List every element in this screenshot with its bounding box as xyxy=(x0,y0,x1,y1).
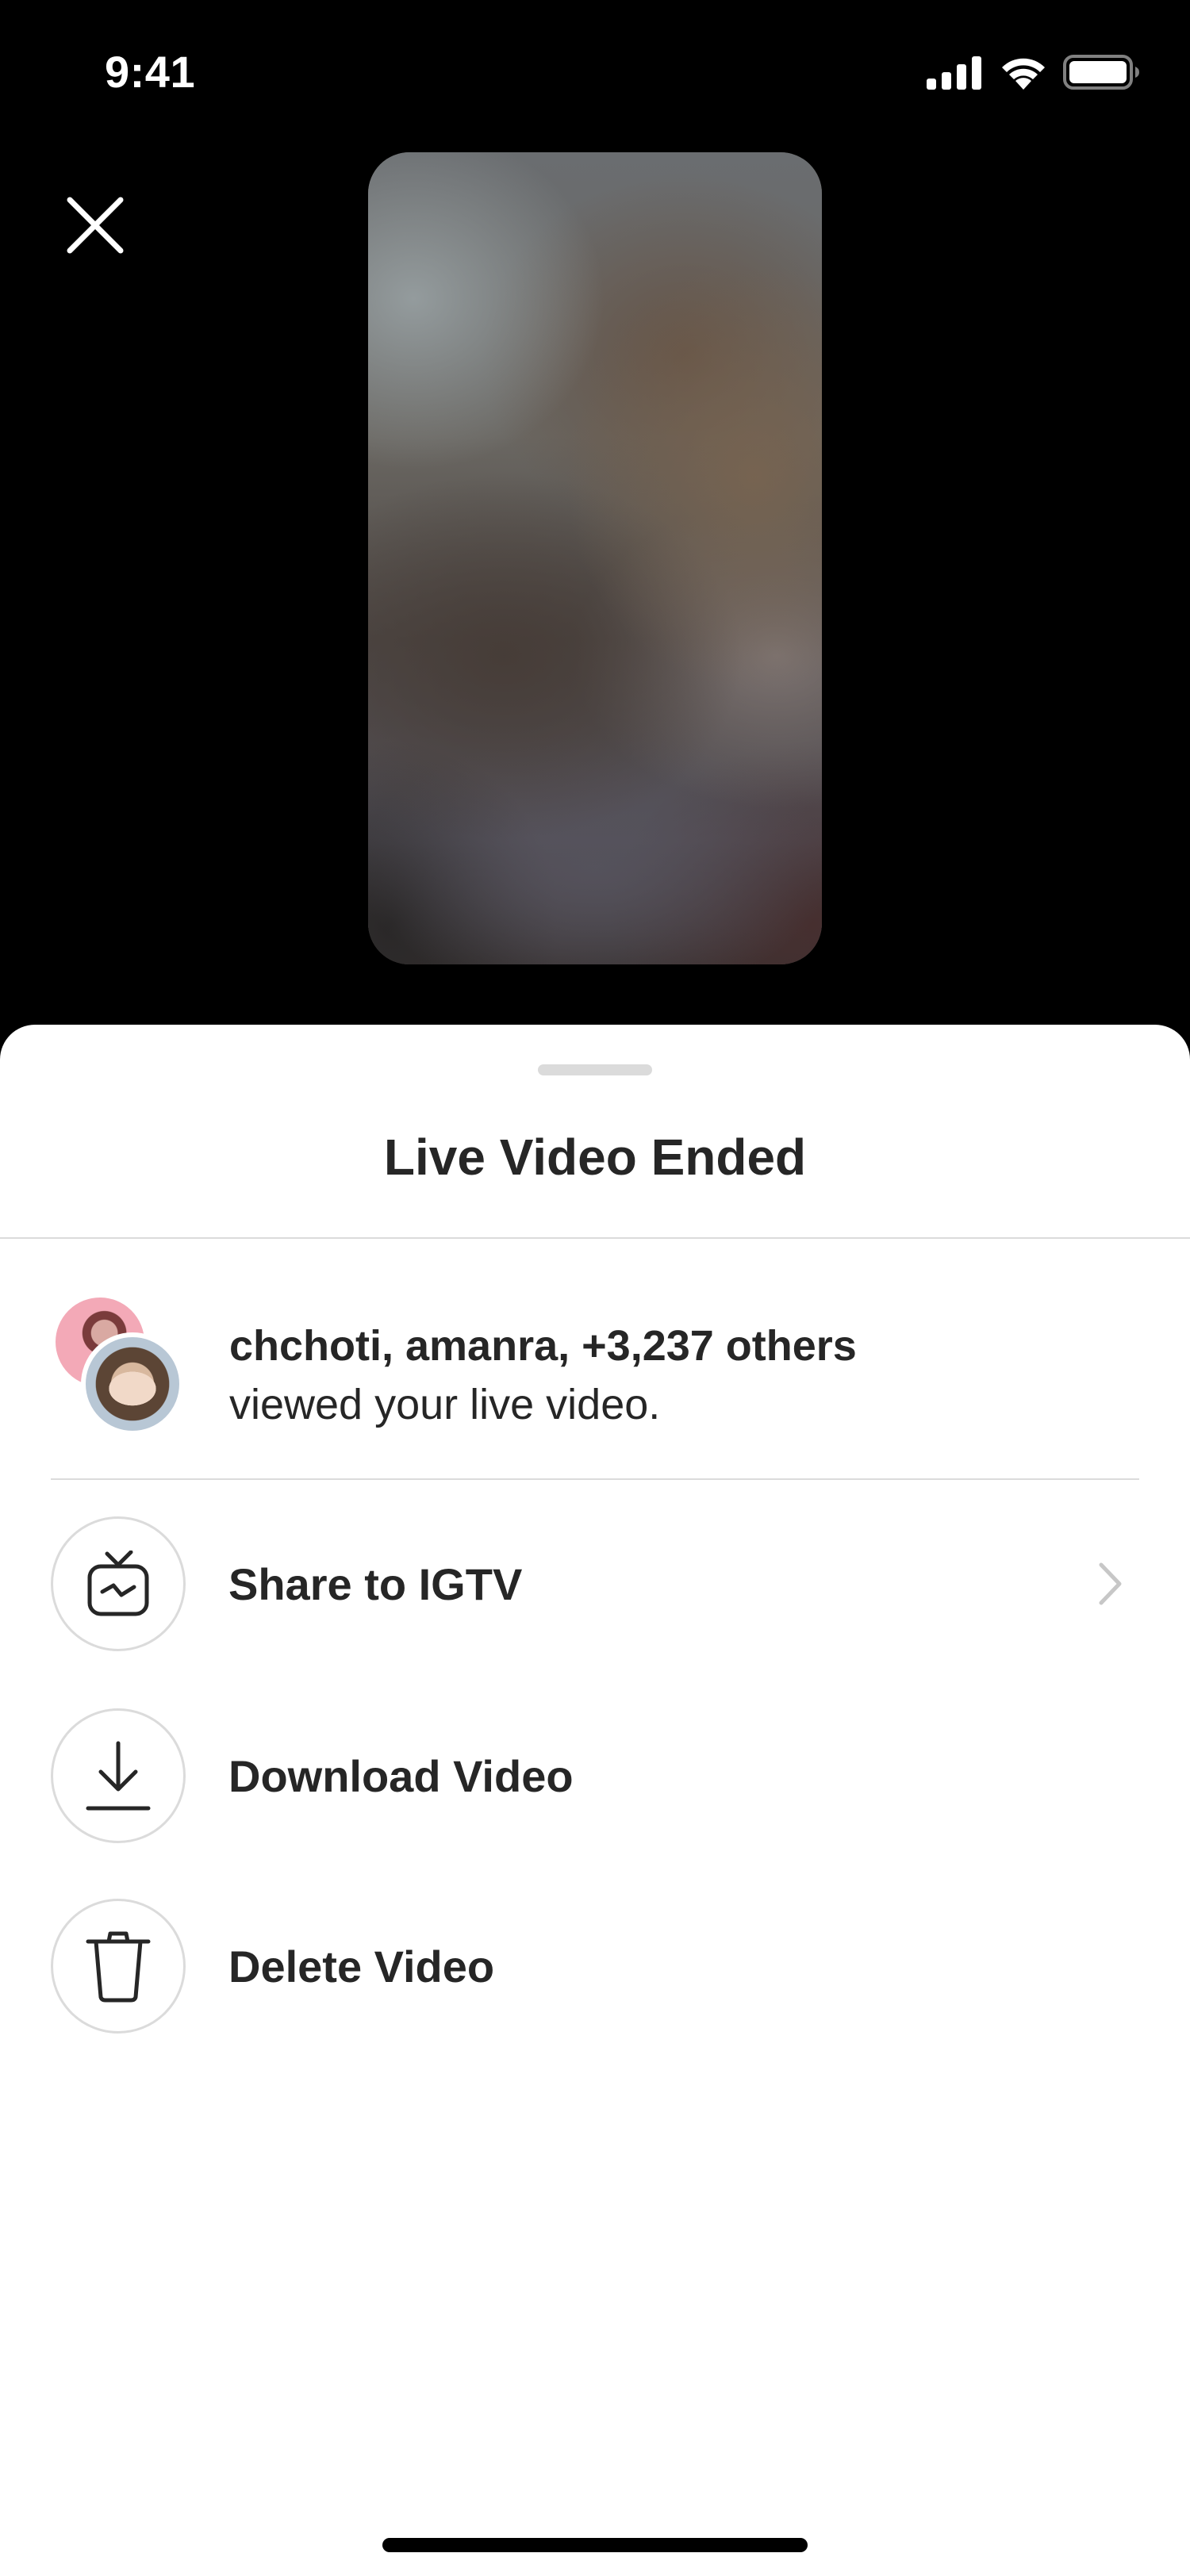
status-bar: 9:41 xyxy=(0,0,1190,151)
viewers-summary[interactable]: chchoti, amanra, +3,237 others viewed yo… xyxy=(51,1293,1139,1436)
viewer-description: viewed your live video. xyxy=(229,1381,661,1428)
avatar xyxy=(81,1332,184,1436)
viewer-names: chchoti, amanra, +3,237 others xyxy=(229,1322,857,1370)
igtv-icon xyxy=(87,1551,149,1616)
video-preview-thumbnail xyxy=(368,152,822,964)
download-icon-circle xyxy=(51,1708,186,1843)
viewer-text: chchoti, amanra, +3,237 others viewed yo… xyxy=(229,1317,857,1434)
close-button[interactable] xyxy=(56,186,135,265)
video-preview-blur xyxy=(368,152,822,964)
download-video-button[interactable]: Download Video xyxy=(51,1705,1139,1846)
sheet-grabber-handle[interactable] xyxy=(538,1064,652,1075)
battery-icon xyxy=(1063,53,1141,95)
live-video-ended-screen: 9:41 Live Video Ended chchoti, amanra, +… xyxy=(0,0,1190,2576)
download-video-label: Download Video xyxy=(228,1750,574,1801)
sheet-title: Live Video Ended xyxy=(383,1129,807,1186)
close-icon xyxy=(67,197,124,254)
trash-icon-circle xyxy=(51,1899,186,2034)
title-divider xyxy=(0,1237,1190,1239)
viewer-avatars xyxy=(51,1293,186,1436)
home-indicator[interactable] xyxy=(382,2538,808,2552)
delete-video-label: Delete Video xyxy=(228,1941,495,1991)
status-time: 9:41 xyxy=(105,47,196,97)
delete-video-button[interactable]: Delete Video xyxy=(51,1896,1139,2037)
trash-icon xyxy=(86,1931,151,2003)
share-to-igtv-button[interactable]: Share to IGTV xyxy=(51,1513,1139,1654)
download-icon xyxy=(86,1741,151,1811)
bottom-sheet: Live Video Ended chchoti, amanra, +3,237… xyxy=(0,1025,1190,2576)
cellular-signal-icon xyxy=(927,55,984,94)
wifi-icon xyxy=(998,53,1049,95)
igtv-icon-circle xyxy=(51,1516,186,1651)
share-to-igtv-label: Share to IGTV xyxy=(228,1558,523,1609)
status-icons xyxy=(927,54,1141,94)
chevron-right-icon xyxy=(1087,1560,1134,1608)
viewers-divider xyxy=(51,1478,1139,1480)
